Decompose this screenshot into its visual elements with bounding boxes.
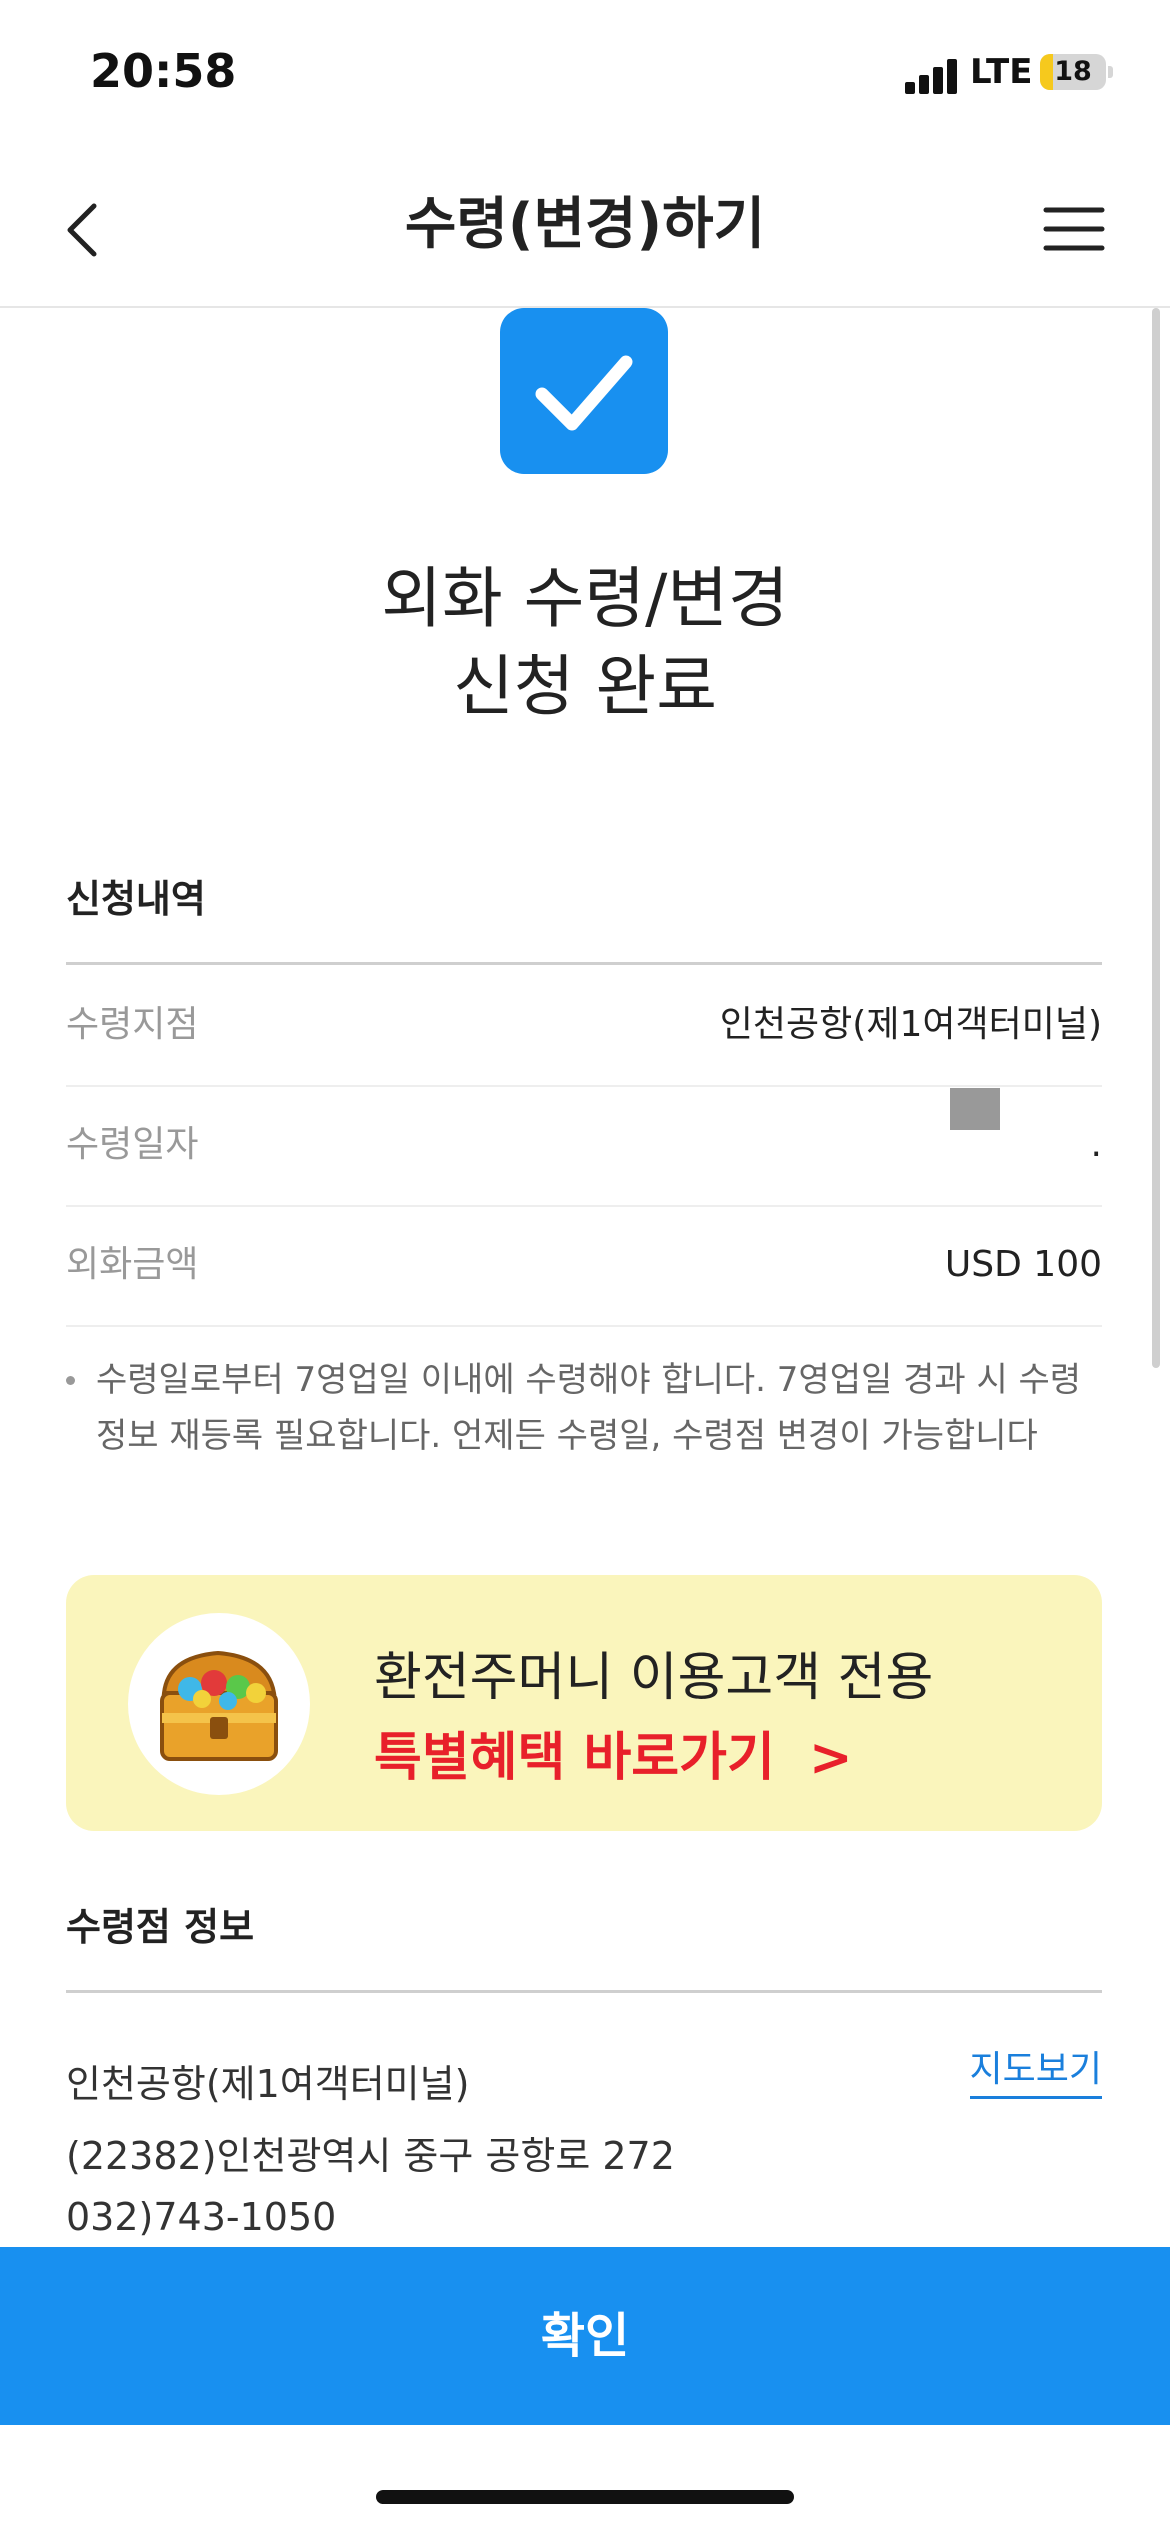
- battery-icon: 18: [1040, 54, 1106, 90]
- menu-button[interactable]: [1040, 194, 1110, 264]
- branch-phone: 032)743-1050: [66, 2195, 337, 2239]
- branch-name: 인천공항(제1여객터미널): [66, 2062, 470, 2106]
- completion-title-line1: 외화 수령/변경: [381, 560, 789, 637]
- row-label: 수령일자: [66, 1124, 199, 1165]
- battery-level: 18: [1054, 56, 1092, 87]
- network-type: LTE: [970, 52, 1033, 92]
- bullet-icon: [66, 1376, 75, 1385]
- confirm-button[interactable]: 확인: [0, 2247, 1170, 2425]
- detail-row-date: 수령일자 .: [66, 1085, 1102, 1207]
- detail-row-amount: 외화금액 USD 100: [66, 1205, 1102, 1327]
- check-icon: [500, 308, 668, 474]
- promo-banner[interactable]: 환전주머니 이용고객 전용 특별혜택 바로가기 >: [66, 1575, 1102, 1831]
- status-bar: 20:58 LTE 18: [0, 0, 1170, 150]
- row-value: .: [1090, 1124, 1102, 1165]
- divider: [66, 1990, 1102, 1993]
- application-section-title: 신청내역: [66, 877, 206, 921]
- signal-icon: [905, 58, 961, 94]
- detail-row-branch: 수령지점 인천공항(제1여객터미널): [66, 965, 1102, 1087]
- battery-tip: [1108, 66, 1113, 78]
- treasure-chest-icon: [128, 1613, 310, 1795]
- hamburger-menu-icon: [1043, 207, 1105, 251]
- redacted-block: [950, 1088, 1000, 1130]
- chevron-right-icon: >: [808, 1728, 853, 1788]
- scrollbar[interactable]: [1152, 308, 1160, 1368]
- banner-line2: 특별혜택 바로가기: [374, 1728, 775, 1788]
- map-link[interactable]: 지도보기: [969, 2040, 1102, 2099]
- branch-section-title: 수령점 정보: [66, 1905, 255, 1949]
- chevron-left-icon: [67, 203, 97, 257]
- row-value: USD 100: [944, 1244, 1102, 1285]
- notice-text: 수령일로부터 7영업일 이내에 수령해야 합니다. 7영업일 경과 시 수령정보…: [96, 1360, 1082, 1456]
- banner-link-text: 특별혜택 바로가기 >: [374, 1715, 853, 1790]
- back-button[interactable]: [50, 190, 130, 270]
- banner-line1: 환전주머니 이용고객 전용: [374, 1648, 934, 1708]
- home-indicator[interactable]: [376, 2490, 794, 2504]
- completion-title: 외화 수령/변경 신청 완료: [0, 555, 1170, 731]
- completion-title-line2: 신청 완료: [453, 648, 717, 725]
- row-value: 인천공항(제1여객터미널): [719, 1004, 1102, 1045]
- page-title: 수령(변경)하기: [404, 192, 766, 257]
- status-time: 20:58: [90, 44, 237, 98]
- app-header: 수령(변경)하기: [0, 150, 1170, 308]
- row-label: 수령지점: [66, 1004, 199, 1045]
- row-label: 외화금액: [66, 1244, 199, 1285]
- branch-address: (22382)인천광역시 중구 공항로 272: [66, 2134, 675, 2178]
